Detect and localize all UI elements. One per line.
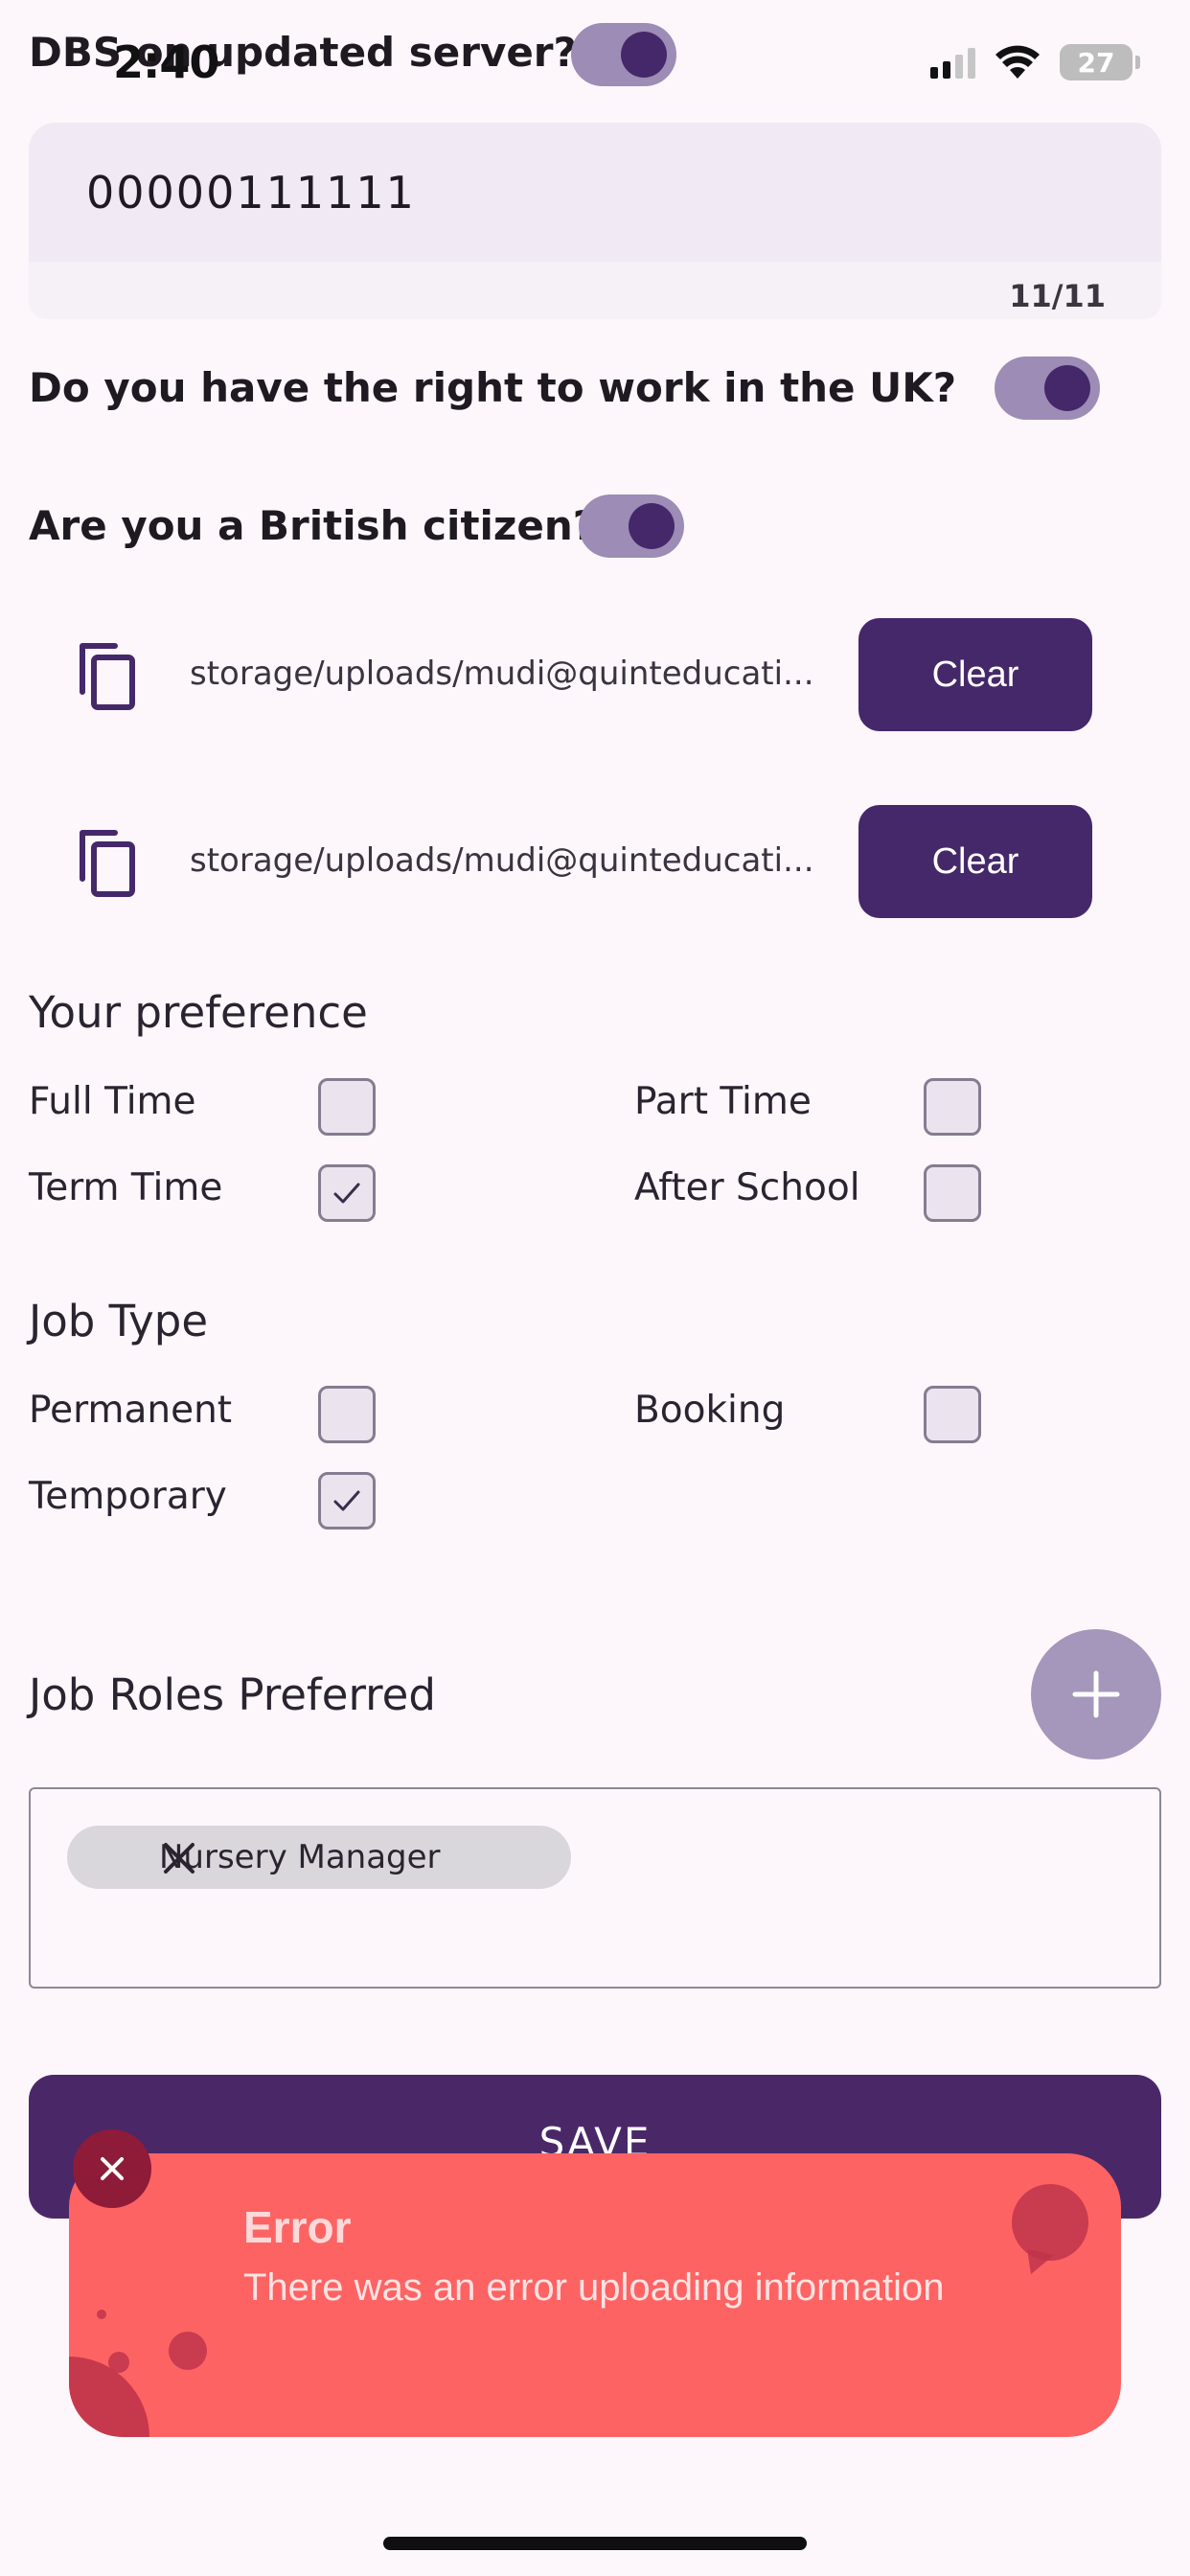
- battery-icon: 27: [1060, 44, 1140, 80]
- toggle-knob: [621, 32, 667, 78]
- checkbox-after-school[interactable]: [924, 1164, 981, 1222]
- home-indicator: [383, 2537, 807, 2550]
- checkbox-booking[interactable]: [924, 1386, 981, 1443]
- toast-close-button[interactable]: [73, 2129, 151, 2208]
- option-label: Temporary: [29, 1475, 227, 1518]
- british-citizen-toggle[interactable]: [579, 494, 684, 558]
- option-label: Booking: [634, 1389, 786, 1432]
- right-to-work-label: Do you have the right to work in the UK?: [29, 364, 957, 411]
- clear-button[interactable]: Clear: [858, 618, 1092, 731]
- checkbox-full-time[interactable]: [318, 1078, 376, 1136]
- check-icon: [333, 1183, 360, 1204]
- check-icon: [333, 1490, 360, 1511]
- file-path: storage/uploads/mudi@quinteducati...: [190, 655, 814, 693]
- job-type-title: Job Type: [29, 1296, 209, 1346]
- input-underline-area: [29, 262, 1161, 319]
- add-role-button[interactable]: [1031, 1629, 1161, 1760]
- toast-title: Error: [243, 2202, 352, 2252]
- status-indicators: 27: [930, 44, 1140, 80]
- option-label: After School: [634, 1166, 860, 1209]
- copy-icon: [80, 830, 135, 897]
- cellular-signal-icon: [930, 46, 975, 79]
- toggle-knob: [1044, 365, 1090, 411]
- dbs-toggle[interactable]: [571, 23, 676, 86]
- option-label: Permanent: [29, 1389, 233, 1432]
- toggle-knob: [629, 503, 675, 549]
- option-label: Part Time: [634, 1080, 812, 1123]
- close-icon[interactable]: [161, 1840, 197, 1876]
- copy-icon: [80, 643, 135, 710]
- checkbox-temporary[interactable]: [318, 1472, 376, 1530]
- close-icon: [101, 2157, 124, 2180]
- preference-title: Your preference: [29, 987, 368, 1038]
- number-input[interactable]: 00000111111: [29, 123, 1161, 262]
- clear-button[interactable]: Clear: [858, 805, 1092, 918]
- toast-message: There was an error uploading information: [243, 2266, 945, 2309]
- dbs-label: DBS on updated server?: [29, 29, 577, 76]
- character-counter: 11/11: [1009, 278, 1106, 314]
- plus-icon: [1072, 1670, 1120, 1718]
- right-to-work-toggle[interactable]: [995, 356, 1100, 420]
- checkbox-term-time[interactable]: [318, 1164, 376, 1222]
- file-path: storage/uploads/mudi@quinteducati...: [190, 841, 814, 880]
- british-citizen-label: Are you a British citizen?: [29, 502, 597, 549]
- option-label: Term Time: [29, 1166, 223, 1209]
- wifi-icon: [995, 45, 1040, 79]
- option-label: Full Time: [29, 1080, 196, 1123]
- status-time: 2:40: [113, 36, 219, 88]
- checkbox-permanent[interactable]: [318, 1386, 376, 1443]
- checkbox-part-time[interactable]: [924, 1078, 981, 1136]
- role-chip: Nursery Manager: [67, 1826, 571, 1889]
- job-roles-title: Job Roles Preferred: [29, 1669, 436, 1720]
